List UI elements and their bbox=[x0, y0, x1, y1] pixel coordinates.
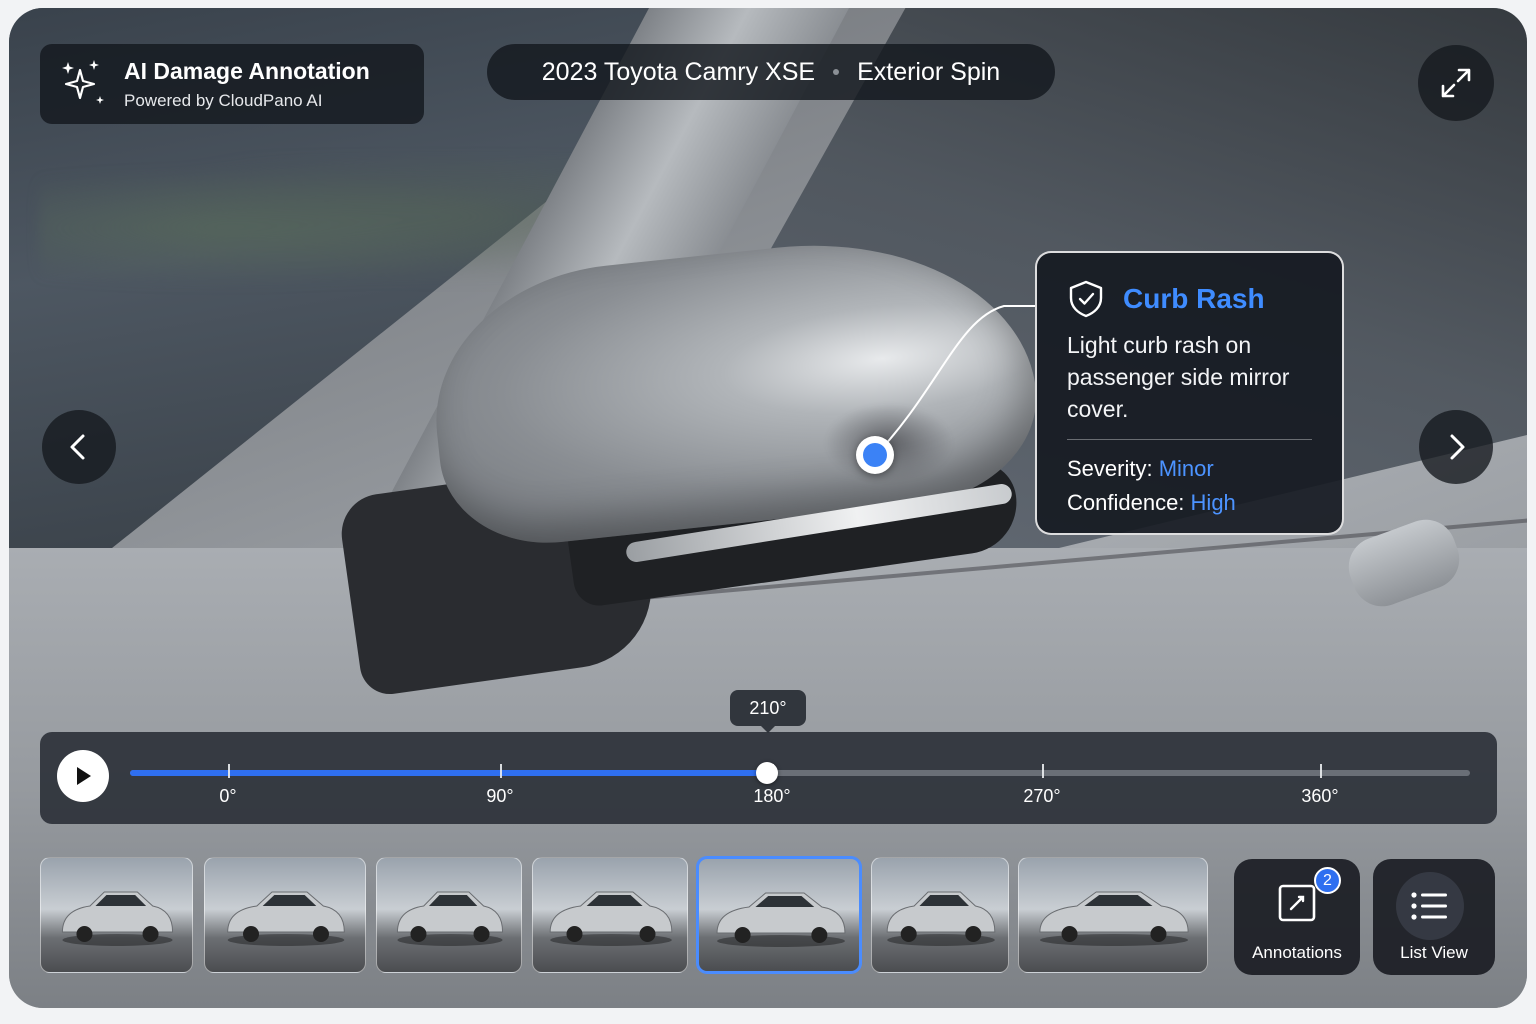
tick-mark bbox=[228, 764, 230, 778]
tick-mark bbox=[1042, 764, 1044, 778]
thumbnail-rear-three-quarter[interactable] bbox=[871, 857, 1009, 973]
tick-label: 270° bbox=[1023, 786, 1061, 806]
chevron-left-icon bbox=[70, 434, 85, 460]
annotation-description: Light curb rash on passenger side mirror… bbox=[1067, 332, 1290, 422]
expand-icon bbox=[1441, 68, 1471, 98]
brand-title: AI Damage Annotation bbox=[124, 57, 370, 84]
vehicle-title-pill: 2023 Toyota Camry XSE Exterior Spin bbox=[487, 44, 1055, 100]
severity-value: Minor bbox=[1158, 456, 1214, 481]
severity-label: Severity: bbox=[1067, 456, 1153, 481]
confidence-value: High bbox=[1190, 490, 1236, 515]
car-thumbnail-icon bbox=[549, 891, 673, 946]
next-view-button[interactable] bbox=[1419, 410, 1493, 484]
car-thumbnail-icon bbox=[886, 891, 996, 946]
edit-square-icon bbox=[1278, 884, 1316, 922]
tick-mark bbox=[500, 764, 502, 778]
thumbnail-front-three-quarter-right[interactable] bbox=[376, 857, 522, 973]
tick-label: 0° bbox=[219, 786, 237, 806]
list-icon bbox=[1411, 892, 1447, 920]
play-button[interactable] bbox=[57, 750, 109, 802]
list-view-button[interactable]: List View bbox=[1373, 859, 1495, 975]
thumbnail-side-rear[interactable] bbox=[1018, 857, 1208, 973]
spin-progress bbox=[130, 770, 767, 776]
annotations-count-badge: 2 bbox=[1314, 867, 1341, 894]
separator-dot bbox=[833, 69, 840, 75]
annotations-label: Annotations bbox=[1252, 943, 1342, 962]
confidence-row: Confidence: High bbox=[1067, 486, 1312, 520]
severity-row: Severity: Minor bbox=[1067, 452, 1312, 486]
thumbnail-side-right[interactable] bbox=[697, 857, 861, 973]
car-thumbnail-icon bbox=[61, 891, 174, 946]
annotation-title: Curb Rash bbox=[1123, 283, 1265, 314]
shield-check-icon bbox=[1069, 280, 1103, 318]
damage-annotation-card: Curb Rash Light curb rash on passenger s… bbox=[1035, 251, 1344, 535]
chevron-right-icon bbox=[1450, 434, 1465, 460]
vehicle-name: 2023 Toyota Camry XSE bbox=[541, 57, 816, 86]
list-view-label: List View bbox=[1400, 943, 1468, 962]
list-icon-background bbox=[1396, 872, 1464, 940]
spin-track[interactable]: 0° 90° 180° 270° 360° bbox=[130, 762, 1470, 806]
tick-label: 360° bbox=[1301, 786, 1339, 806]
divider bbox=[1067, 439, 1312, 440]
car-thumbnail-icon bbox=[1039, 891, 1189, 946]
confidence-label: Confidence: bbox=[1067, 490, 1185, 515]
car-thumbnail-icon bbox=[227, 891, 345, 946]
spin-scrubber: 0° 90° 180° 270° 360° bbox=[40, 732, 1497, 824]
brand-subtitle: Powered by CloudPano AI bbox=[124, 90, 323, 110]
annotations-button[interactable]: 2 Annotations bbox=[1234, 859, 1360, 975]
play-icon bbox=[77, 767, 91, 785]
car-thumbnail-icon bbox=[716, 892, 846, 947]
spin-handle[interactable] bbox=[756, 762, 778, 784]
tick-mark bbox=[1320, 764, 1322, 778]
view-mode: Exterior Spin bbox=[857, 57, 1001, 86]
brand-panel: AI Damage Annotation Powered by CloudPan… bbox=[40, 44, 424, 124]
tick-label: 180° bbox=[753, 786, 791, 806]
tick-label: 90° bbox=[486, 786, 514, 806]
thumbnail-front-three-quarter-left[interactable] bbox=[204, 857, 366, 973]
sparkles-icon bbox=[62, 60, 104, 104]
previous-view-button[interactable] bbox=[42, 410, 116, 484]
thumbnail-side-left[interactable] bbox=[532, 857, 688, 973]
damage-marker[interactable] bbox=[856, 436, 894, 474]
fullscreen-button[interactable] bbox=[1418, 45, 1494, 121]
current-angle-badge: 210° bbox=[730, 690, 806, 733]
car-thumbnail-icon bbox=[396, 891, 504, 946]
thumbnail-front[interactable] bbox=[40, 857, 193, 973]
